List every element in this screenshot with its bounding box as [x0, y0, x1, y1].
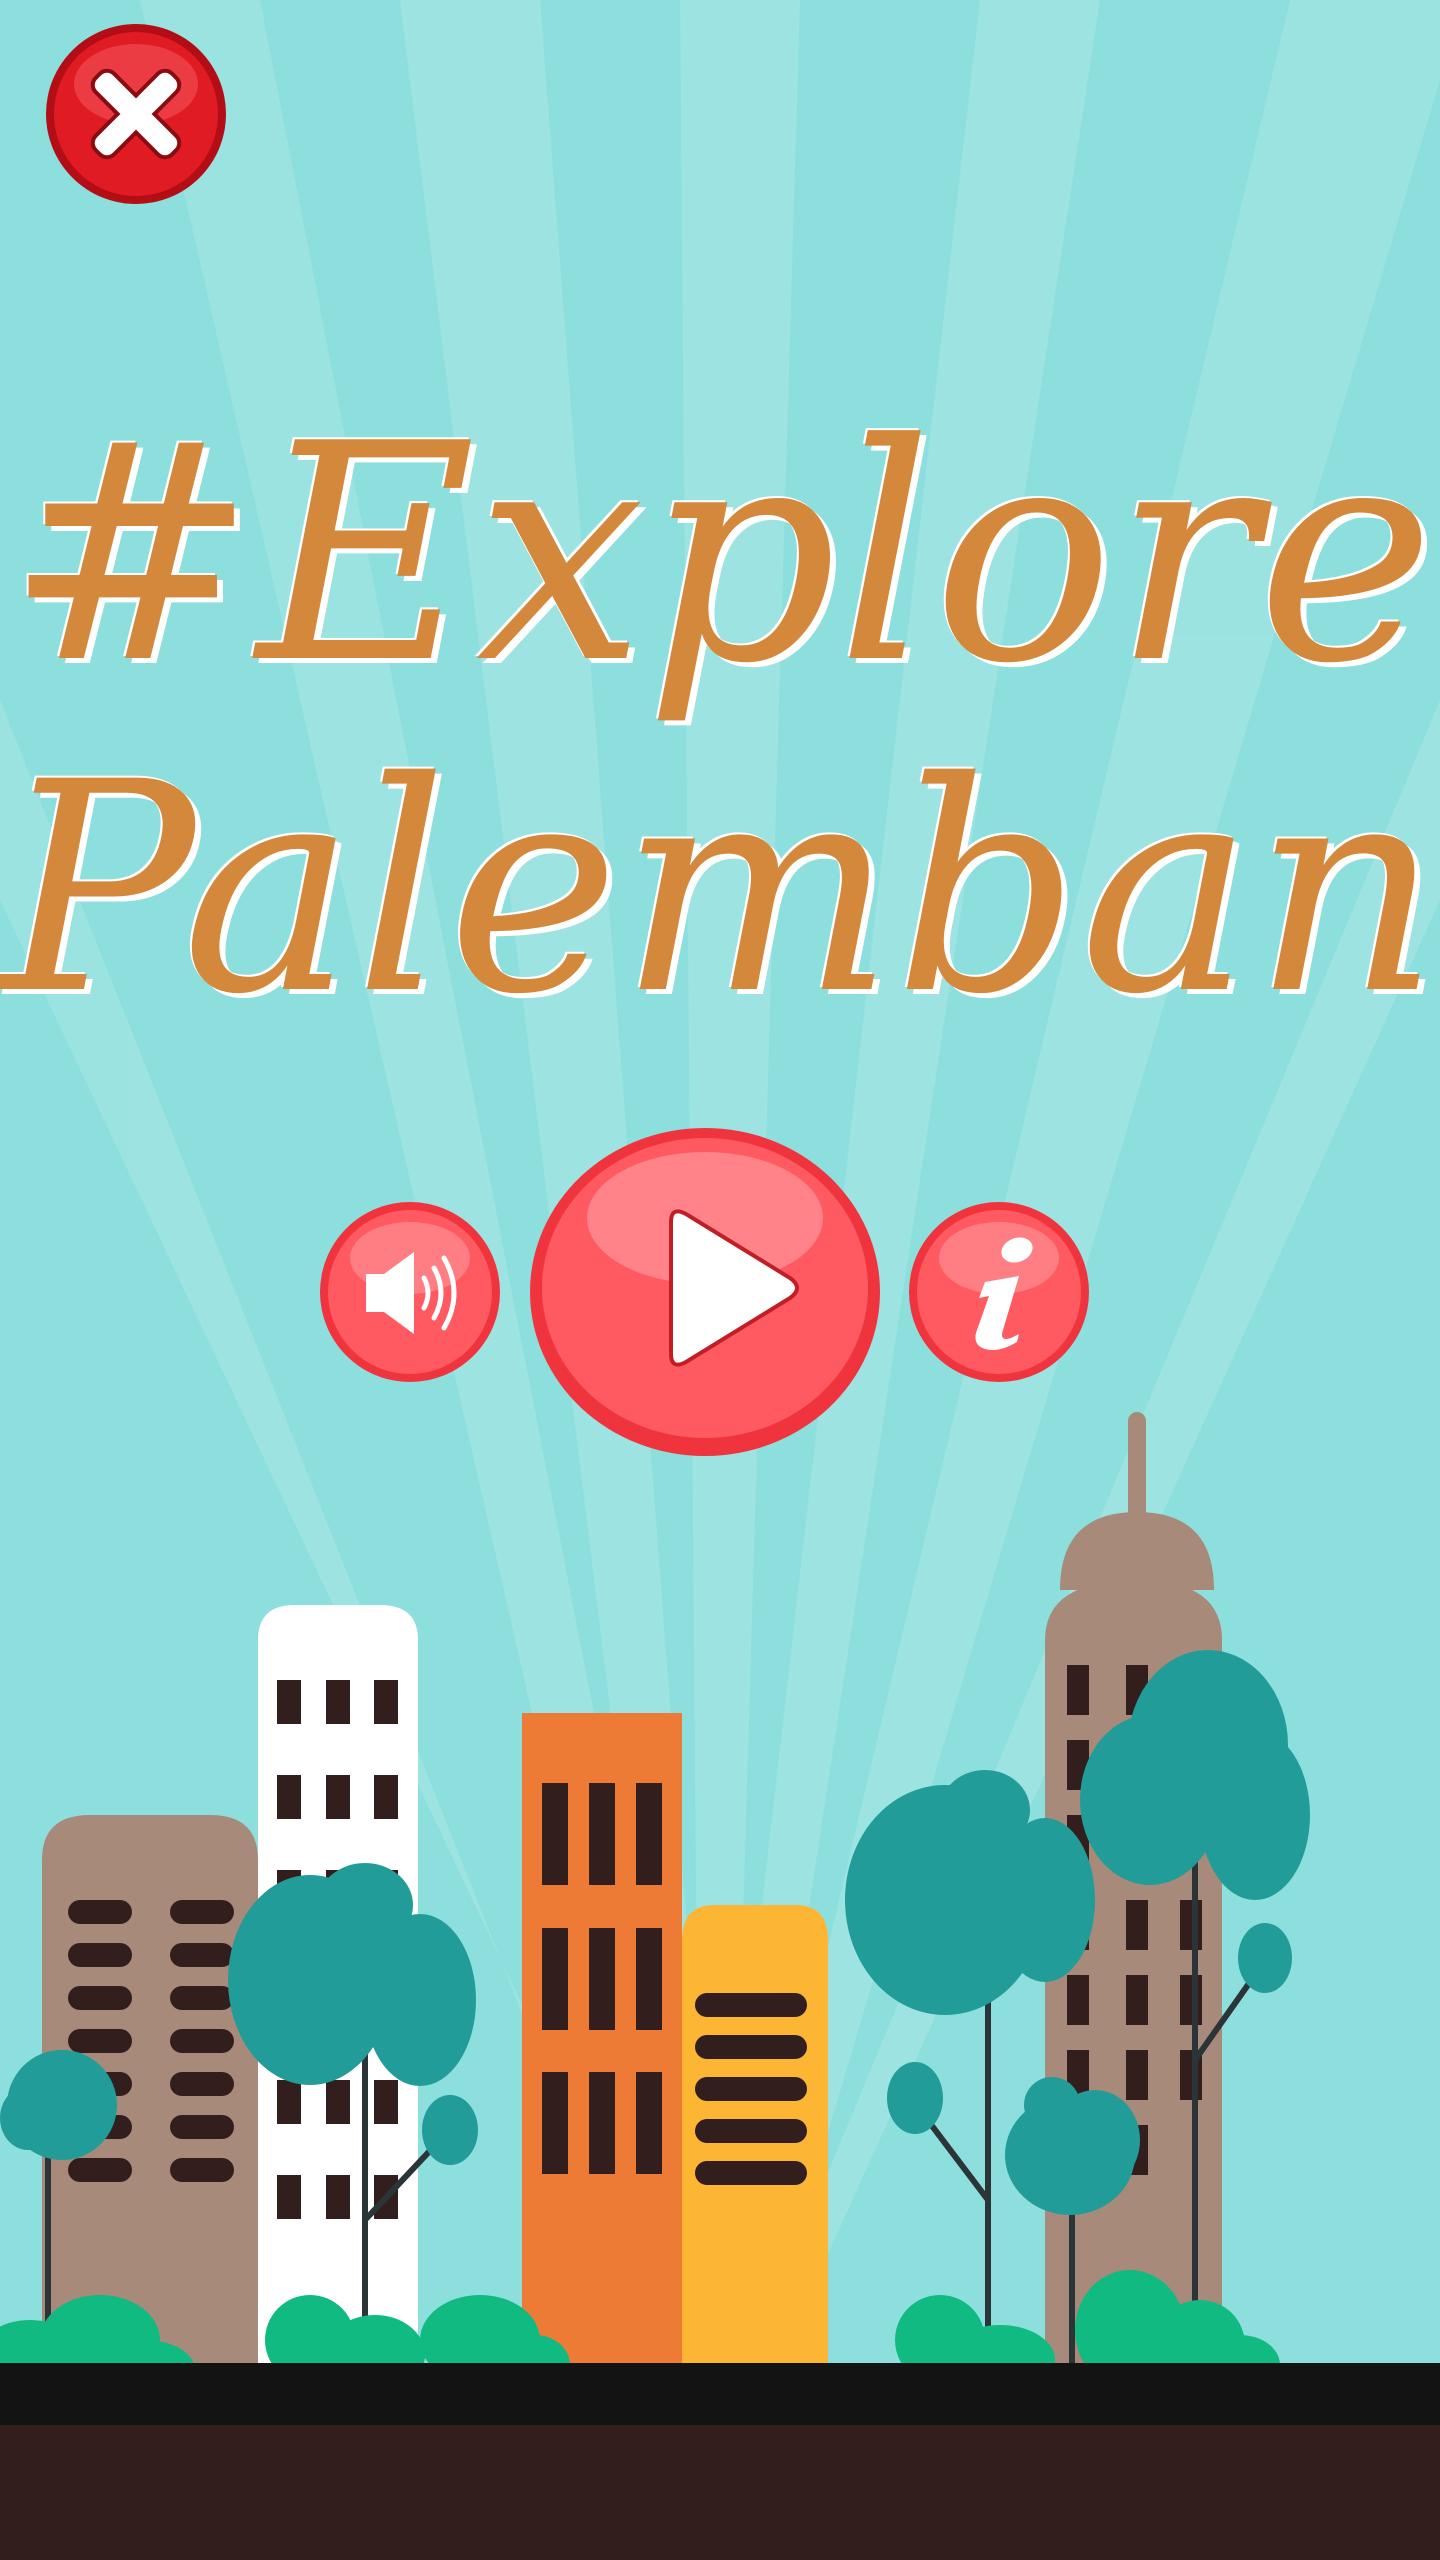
road — [0, 2363, 1440, 2425]
sound-button[interactable] — [318, 1200, 502, 1384]
close-icon — [46, 24, 226, 204]
play-icon — [530, 1128, 880, 1456]
game-title-line-1: #Explore — [5, 380, 1435, 729]
ground — [0, 2425, 1440, 2560]
building-yellow — [682, 1905, 828, 2380]
game-menu-screen: #Explore Palembang — [0, 0, 1440, 2560]
building-orange — [522, 1713, 682, 2380]
info-icon — [909, 1202, 1089, 1382]
speaker-icon — [320, 1202, 500, 1382]
close-button[interactable] — [44, 22, 228, 206]
info-button[interactable] — [907, 1200, 1091, 1384]
game-title-line-2: Palembang — [0, 721, 1440, 1058]
play-button[interactable] — [528, 1126, 882, 1458]
